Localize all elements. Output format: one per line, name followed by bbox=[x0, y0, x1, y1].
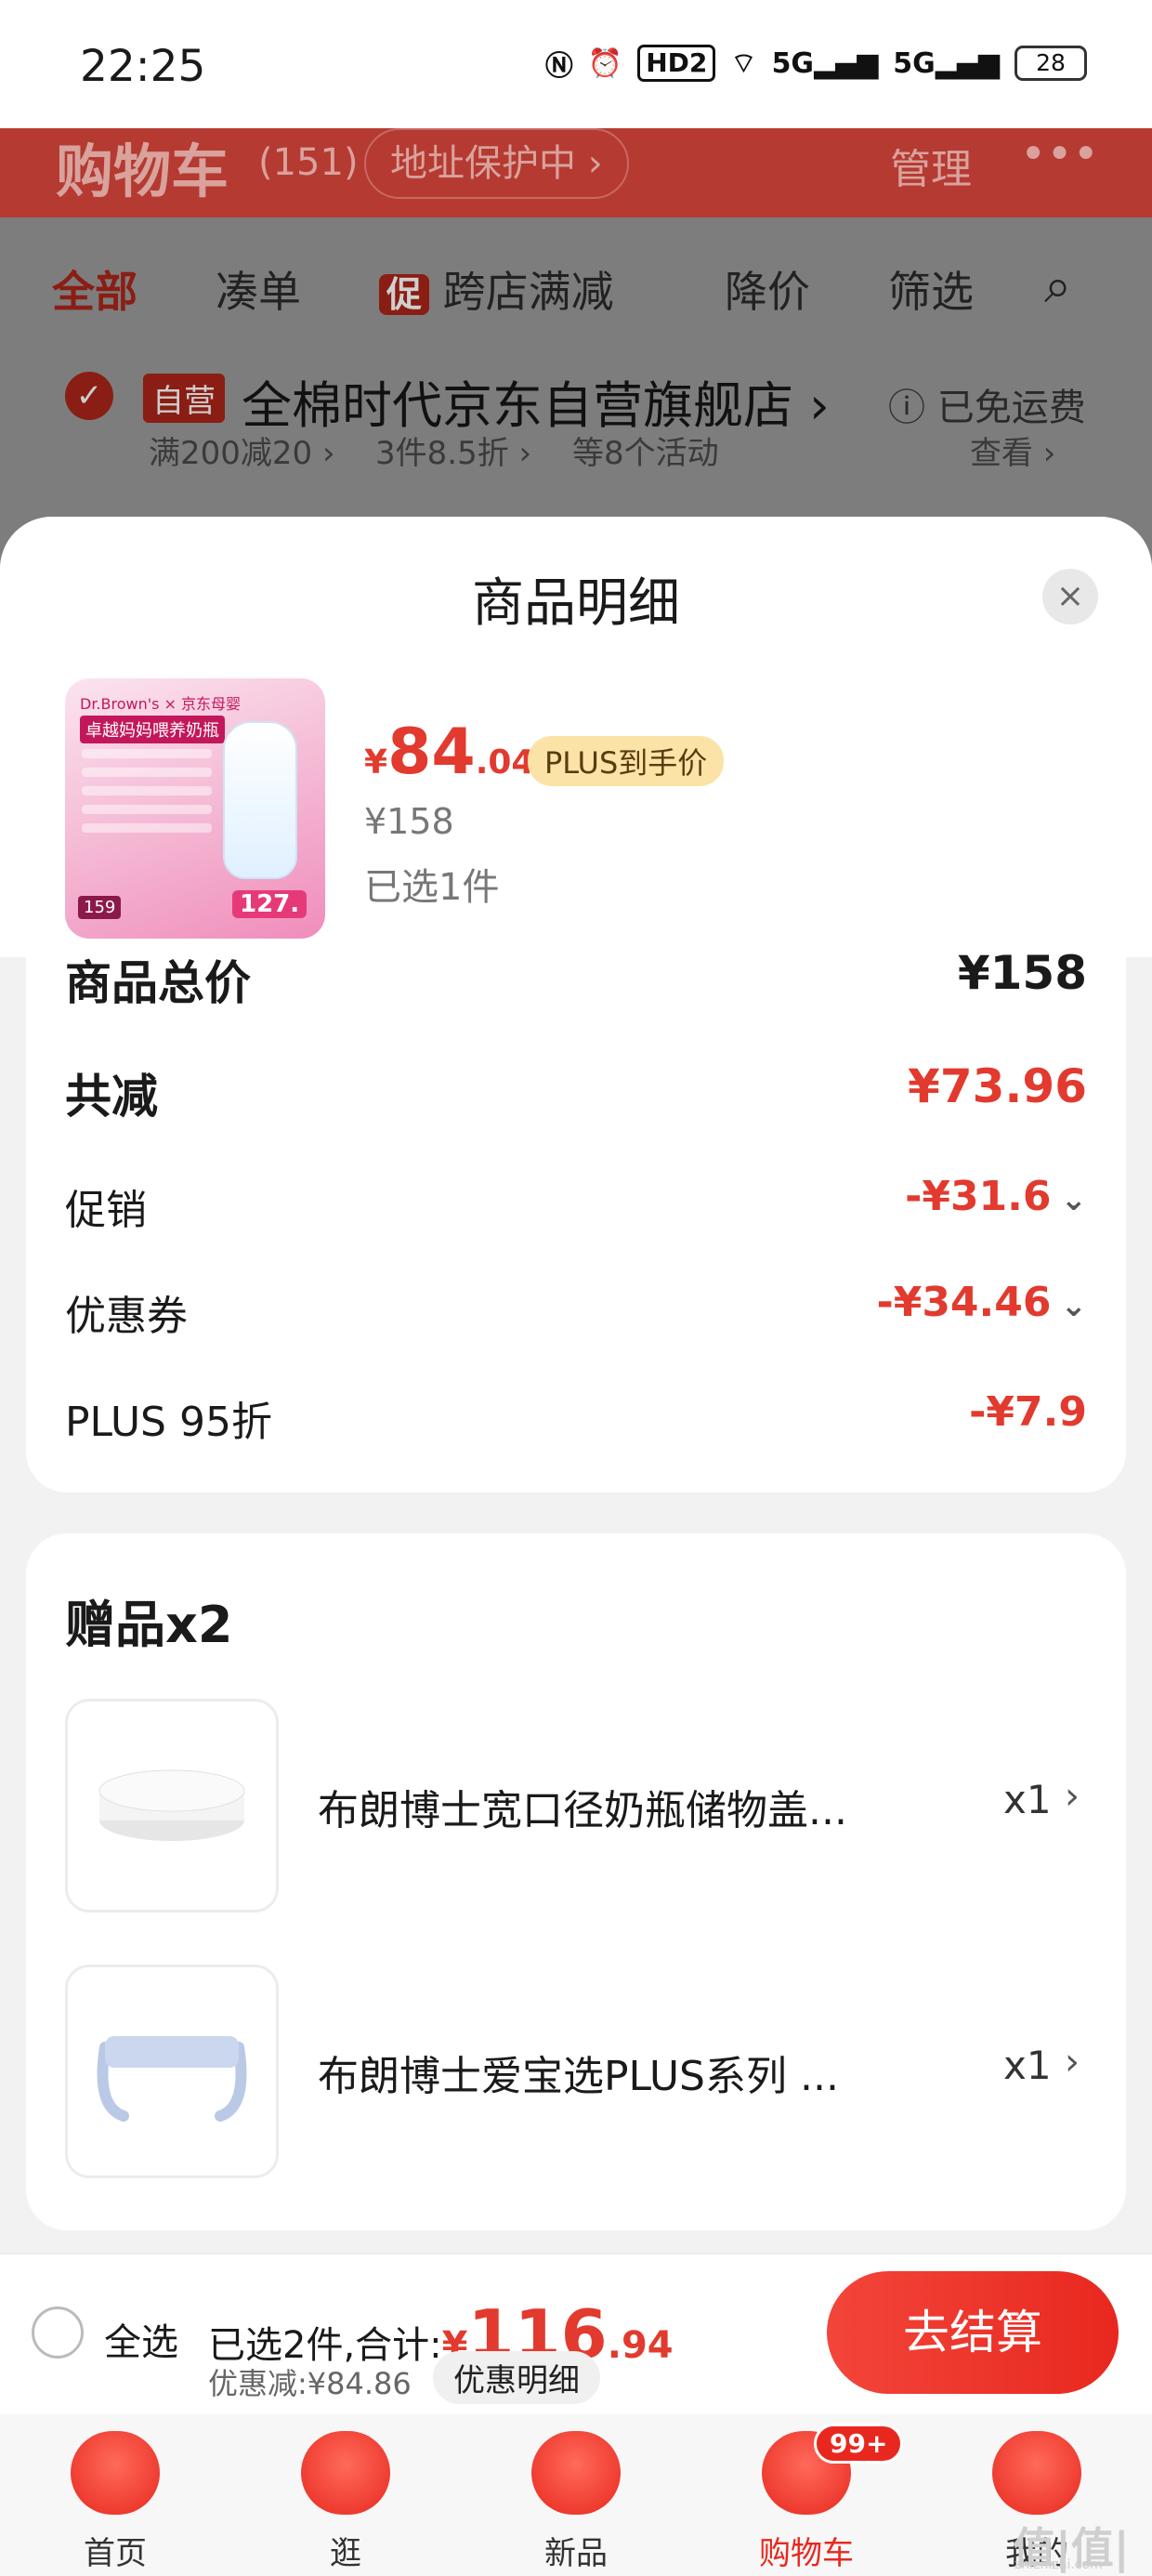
address-protect-button[interactable]: 地址保护中 › bbox=[364, 128, 629, 199]
product-image-headline: 卓越妈妈喂养奶瓶 bbox=[80, 716, 225, 743]
tab-all[interactable]: 全部 bbox=[52, 258, 137, 320]
gifts-title: 赠品x2 bbox=[65, 1596, 233, 1654]
store-promo-3: 等8个活动 bbox=[572, 435, 719, 472]
chevron-down-icon: ⌄ bbox=[1060, 1181, 1088, 1218]
select-all-radio[interactable] bbox=[32, 2307, 84, 2359]
product-image[interactable]: Dr.Brown's × 京东母婴 卓越妈妈喂养奶瓶 159 127. bbox=[65, 678, 325, 939]
select-all-label[interactable]: 全选 bbox=[104, 2312, 178, 2366]
nfc-icon: Ⓝ bbox=[544, 50, 573, 83]
original-price: ¥158 bbox=[364, 801, 454, 842]
signal-icon: 5G▂▄▆ bbox=[771, 46, 879, 80]
chevron-down-icon: ⌄ bbox=[1060, 1287, 1088, 1324]
profile-icon bbox=[992, 2431, 1081, 2515]
tab-cross-store[interactable]: 促 跨店满减 bbox=[379, 258, 614, 320]
reduce-label: 共减 bbox=[65, 1070, 158, 1124]
browse-icon bbox=[301, 2431, 390, 2515]
saved-amount: 优惠减:¥84.86 bbox=[208, 2366, 412, 2401]
selected-count: 已选1件 bbox=[364, 866, 500, 909]
promo-row[interactable]: -¥31.6 ⌄ bbox=[905, 1173, 1087, 1220]
cart-badge: 99+ bbox=[814, 2424, 904, 2464]
status-bar: 22:25 Ⓝ ⏰ HD2 ⌔ 5G▂▄▆ 5G▂▄▆ 28 bbox=[0, 0, 1152, 128]
signal-icon: 5G▂▄▆ bbox=[893, 46, 1000, 80]
wifi-icon: ⌔ bbox=[730, 47, 757, 80]
promo-value: -¥31.6 bbox=[905, 1173, 1052, 1220]
sheet-title: 商品明细 bbox=[472, 573, 680, 634]
manage-button[interactable]: 管理 bbox=[890, 136, 972, 195]
gift-image-handle[interactable] bbox=[65, 1965, 279, 2178]
product-image-tag: 159 bbox=[78, 896, 122, 919]
watermark-url: zhizhizhi.com bbox=[1015, 2557, 1103, 2572]
plus-price-badge: PLUS到手价 bbox=[528, 736, 725, 786]
lid-graphic bbox=[98, 1769, 245, 1841]
plus-discount-label: PLUS 95折 bbox=[65, 1399, 272, 1446]
self-operated-tag: 自营 bbox=[143, 374, 225, 423]
alarm-icon: ⏰ bbox=[587, 46, 623, 80]
coupon-label: 优惠券 bbox=[65, 1293, 188, 1340]
product-image-lines bbox=[82, 749, 212, 861]
cart-title: 购物车 bbox=[56, 138, 229, 205]
shipping-status: ⓘ 已免运费 bbox=[888, 387, 1086, 429]
battery-icon: 28 bbox=[1015, 46, 1087, 81]
close-button[interactable]: × bbox=[1042, 569, 1098, 624]
tab-filter[interactable]: 筛选 bbox=[888, 258, 974, 320]
tab-home[interactable]: 首页 bbox=[41, 2431, 190, 2573]
cart-count: (151) bbox=[258, 141, 359, 184]
chevron-right-icon[interactable]: › bbox=[1065, 2041, 1080, 2083]
gift-name[interactable]: 布朗博士宽口径奶瓶储物盖... bbox=[318, 1777, 847, 1836]
promo-label: 促销 bbox=[65, 1187, 147, 1234]
coupon-value: -¥34.46 bbox=[876, 1279, 1052, 1326]
gift-qty: x1 bbox=[1003, 2043, 1052, 2088]
store-check-icon[interactable]: ✓ bbox=[65, 372, 113, 420]
status-icons: Ⓝ ⏰ HD2 ⌔ 5G▂▄▆ 5G▂▄▆ 28 bbox=[545, 43, 1087, 84]
discount-detail-button[interactable]: 优惠明细 bbox=[433, 2351, 600, 2404]
home-icon bbox=[71, 2431, 160, 2515]
tab-new[interactable]: 新品 bbox=[502, 2431, 650, 2573]
search-icon[interactable]: ⌕ bbox=[1044, 258, 1071, 315]
product-image-brand: Dr.Brown's × 京东母婴 bbox=[80, 695, 242, 713]
handle-graphic bbox=[97, 2036, 247, 2122]
promo-tag: 促 bbox=[379, 274, 430, 315]
gift-name[interactable]: 布朗博士爱宝选PLUS系列 ... bbox=[318, 2043, 839, 2102]
store-promo-2[interactable]: 3件8.5折 › bbox=[375, 427, 531, 473]
chevron-right-icon[interactable]: › bbox=[1065, 1775, 1080, 1818]
cart-header: 购物车 (151) 地址保护中 › 管理 ••• bbox=[0, 128, 1152, 217]
checkout-button[interactable]: 去结算 bbox=[827, 2271, 1119, 2394]
store-promo-1[interactable]: 满200减20 › bbox=[149, 427, 335, 473]
gift-qty: x1 bbox=[1003, 1777, 1052, 1822]
tab-price-drop[interactable]: 降价 bbox=[725, 258, 810, 320]
bottle-graphic bbox=[223, 721, 297, 879]
status-time: 22:25 bbox=[80, 41, 206, 92]
gift-image-lid[interactable] bbox=[65, 1699, 279, 1912]
cart-filter-tabs: 全部 凑单 促 跨店满减 降价 筛选 ⌕ bbox=[0, 217, 1152, 357]
store-row: ✓ 自营 全棉时代京东自营旗舰店 › ⓘ 已免运费 满200减20 › 3件8.… bbox=[0, 357, 1152, 506]
total-label: 商品总价 bbox=[65, 956, 251, 1010]
plus-discount-value: -¥7.9 bbox=[969, 1388, 1087, 1436]
more-icon[interactable]: ••• bbox=[1020, 128, 1099, 180]
coupon-row[interactable]: -¥34.46 ⌄ bbox=[876, 1279, 1087, 1326]
total-value: ¥158 bbox=[957, 946, 1087, 1000]
reduce-value: ¥73.96 bbox=[908, 1059, 1087, 1113]
new-icon bbox=[531, 2431, 621, 2515]
store-promo-view[interactable]: 查看 › bbox=[970, 427, 1055, 473]
hd-icon: HD2 bbox=[637, 45, 716, 82]
tab-browse[interactable]: 逛 bbox=[271, 2431, 420, 2573]
product-image-price-tag: 127. bbox=[232, 890, 308, 918]
tab-bundle[interactable]: 凑单 bbox=[216, 258, 301, 320]
plus-price: ¥84.04 bbox=[364, 716, 535, 789]
